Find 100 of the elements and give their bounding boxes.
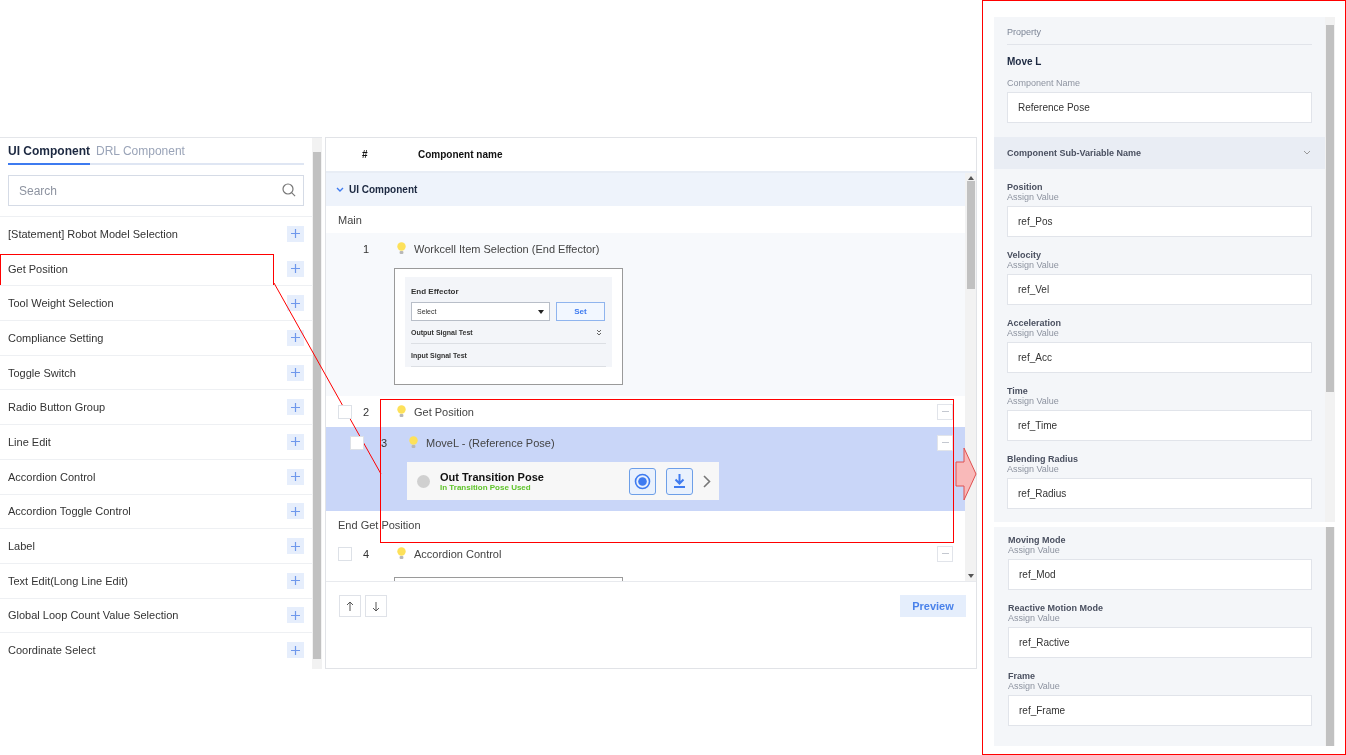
add-button[interactable] [287, 503, 304, 520]
chevron-right-icon [703, 474, 711, 488]
component-item[interactable]: Label [8, 540, 35, 553]
double-chevron-icon [596, 328, 602, 336]
column-header: Component name [418, 149, 504, 160]
field-sublabel: Assign Value [1007, 396, 1060, 406]
checkbox[interactable] [338, 404, 352, 419]
field-label: Frame [1008, 671, 1036, 682]
arrow-down-icon [372, 600, 380, 612]
plus-icon [291, 298, 300, 308]
section-label: End Get Position [337, 517, 422, 533]
remove-button[interactable] [937, 434, 953, 451]
component-item[interactable]: Get Position [8, 262, 68, 275]
component-name: Workcell Item Selection (End Effector) [414, 242, 601, 255]
scroll-down-icon[interactable] [967, 574, 974, 578]
plus-icon [291, 506, 300, 516]
plus-icon [291, 402, 300, 412]
chevron-down-icon [1303, 150, 1311, 156]
plus-icon [291, 645, 300, 655]
value-field[interactable]: ref_Mod [1008, 559, 1312, 591]
component-title: Move L [1007, 56, 1043, 67]
search-field[interactable]: Search [8, 175, 304, 206]
tab[interactable]: UI Component [8, 142, 90, 165]
field-label: Reactive Motion Mode [1008, 603, 1104, 614]
add-button[interactable] [287, 225, 304, 242]
value-field[interactable]: ref_Time [1007, 410, 1312, 441]
field-sublabel: Assign Value [1008, 613, 1061, 624]
component-item[interactable]: Text Edit(Long Line Edit) [8, 574, 128, 587]
row-number: 1 [362, 242, 371, 255]
row-number: 2 [362, 405, 371, 418]
component-name: Accordion Control [414, 547, 503, 560]
remove-button[interactable] [937, 403, 953, 420]
component-item[interactable]: Accordion Control [8, 470, 96, 483]
component-name: Get Position [414, 405, 475, 418]
add-button[interactable] [287, 364, 304, 381]
scrollbar[interactable] [965, 173, 976, 581]
move-down-button[interactable] [365, 595, 387, 617]
row-number: 4 [362, 547, 371, 560]
lightbulb-icon [397, 242, 406, 255]
add-button[interactable] [287, 468, 304, 485]
section-label: Main [337, 212, 363, 228]
add-button[interactable] [287, 572, 304, 589]
scroll-thumb[interactable] [313, 152, 321, 659]
plus-icon [291, 472, 300, 482]
scroll-thumb[interactable] [966, 181, 975, 289]
component-item[interactable]: Radio Button Group [8, 401, 106, 414]
move-up-button[interactable] [339, 595, 361, 617]
component-item[interactable]: Line Edit [8, 435, 51, 448]
component-item[interactable]: Toggle Switch [8, 366, 76, 379]
value-field[interactable]: ref_Radius [1007, 478, 1312, 509]
scroll-thumb[interactable] [1326, 25, 1334, 393]
scrollbar[interactable] [1325, 17, 1335, 523]
lightbulb-icon [397, 547, 406, 560]
value-field[interactable]: ref_Vel [1007, 274, 1312, 305]
add-button[interactable] [287, 433, 304, 450]
value-field[interactable]: ref_Pos [1007, 206, 1312, 237]
field-sublabel: Assign Value [1007, 260, 1060, 270]
add-button[interactable] [287, 642, 304, 659]
component-item[interactable]: Coordinate Select [8, 644, 96, 657]
field-sublabel: Assign Value [1007, 328, 1060, 338]
plus-icon [291, 576, 300, 586]
scrollbar[interactable] [312, 138, 322, 669]
plus-icon [291, 333, 300, 343]
name-field[interactable]: Reference Pose [1007, 92, 1312, 123]
component-item[interactable]: Tool Weight Selection [8, 297, 114, 310]
accordion-header[interactable]: Component Sub-Variable Name [994, 137, 1325, 169]
pose-subtitle: In Transition Pose Used [440, 482, 532, 492]
add-button[interactable] [287, 538, 304, 555]
value-field[interactable]: ref_Frame [1008, 695, 1312, 727]
lightbulb-icon [409, 436, 418, 449]
plus-icon [291, 610, 300, 620]
component-row[interactable]: 3 MoveL - (Reference Pose) Out Transition Pose In Transition Pose Used [326, 427, 965, 511]
remove-button[interactable] [937, 545, 953, 562]
add-button[interactable] [287, 329, 304, 346]
component-item[interactable]: Global Loop Count Value Selection [8, 609, 179, 622]
value-field[interactable]: ref_Ractive [1008, 627, 1312, 659]
scroll-thumb[interactable] [1326, 527, 1334, 746]
arrow-icon [955, 447, 977, 501]
component-item[interactable]: Compliance Setting [8, 331, 104, 344]
pose-title: Out Transition Pose [440, 470, 545, 483]
value-field[interactable]: ref_Acc [1007, 342, 1312, 373]
plus-icon [291, 229, 300, 239]
add-button[interactable] [287, 399, 304, 416]
field-label: Acceleration [1007, 318, 1063, 328]
panel-heading: Property [1007, 27, 1312, 45]
field-label: Moving Mode [1008, 535, 1067, 546]
checkbox[interactable] [350, 435, 364, 450]
checkbox[interactable] [338, 546, 352, 561]
add-button[interactable] [287, 295, 304, 312]
component-item[interactable]: [Statement] Robot Model Selection [8, 227, 178, 240]
component-name: MoveL - (Reference Pose) [426, 436, 556, 449]
field-label: Time [1007, 386, 1029, 396]
group-header[interactable]: UI Component [326, 173, 965, 206]
add-button[interactable] [287, 607, 304, 624]
field-label: Position [1007, 182, 1044, 192]
lightbulb-icon [397, 405, 406, 418]
add-button[interactable] [287, 260, 304, 277]
caret-icon [538, 309, 544, 314]
preview-title: End Effector [411, 287, 460, 296]
component-item[interactable]: Accordion Toggle Control [8, 505, 131, 518]
